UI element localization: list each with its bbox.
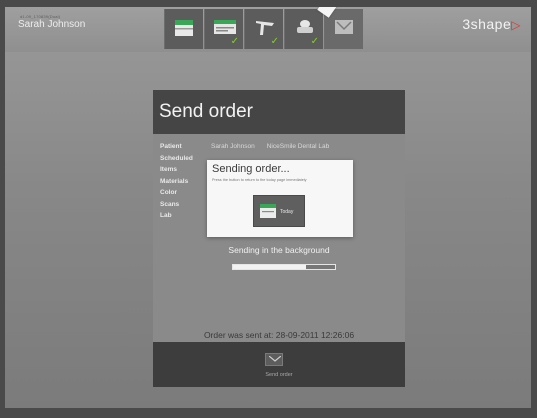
calendar-icon <box>175 20 193 36</box>
send-order-icon <box>335 20 353 34</box>
today-label: Today <box>280 209 294 215</box>
dialog-subtitle: Press the button to return to the today … <box>212 178 307 182</box>
brand-logo: 3shape▷ <box>462 16 521 32</box>
panel-header: Send order <box>153 90 405 134</box>
send-order-label: Send order <box>265 372 293 378</box>
today-button[interactable]: Today <box>253 195 305 227</box>
step-model-button[interactable]: ✓ <box>284 9 323 49</box>
tooth-model-icon <box>297 20 313 33</box>
detail-value: NiceSmile Dental Lab <box>266 143 330 151</box>
check-icon: ✓ <box>230 36 239 47</box>
detail-row-patient: Patient Sarah Johnson NiceSmile Dental L… <box>160 141 341 153</box>
app-window: d1-09_170839(Dual) Sarah Johnson ✓ ✓ ✓ 3… <box>5 7 531 408</box>
dialog-title: Sending order... <box>212 163 290 175</box>
logo-text: 3shape <box>462 16 512 32</box>
detail-value: Sarah Johnson <box>211 143 255 151</box>
workflow-steps: ✓ ✓ ✓ <box>164 9 363 49</box>
panel-footer: Send order <box>153 342 405 387</box>
step-order-form-button[interactable]: ✓ <box>204 9 243 49</box>
calendar-icon <box>260 204 276 218</box>
detail-label: Lab <box>160 212 172 220</box>
detail-label: Scheduled <box>160 154 193 162</box>
patient-name: Sarah Johnson <box>18 19 86 30</box>
sending-order-dialog: Sending order... Press the button to ret… <box>207 160 353 237</box>
detail-label: Items <box>160 166 177 174</box>
top-bar: d1-09_170839(Dual) Sarah Johnson ✓ ✓ ✓ 3… <box>5 7 531 52</box>
logo-mark-icon: ▷ <box>511 18 521 32</box>
check-icon: ✓ <box>270 36 279 47</box>
check-icon: ✓ <box>310 36 319 47</box>
scanner-icon <box>256 21 274 35</box>
order-form-icon <box>214 20 236 34</box>
envelope-icon <box>269 356 281 362</box>
detail-label: Color <box>160 189 177 197</box>
order-sent-text: Order was sent at: 28-09-2011 12:26:06 <box>203 330 355 340</box>
background-status-text: Sending in the background <box>228 245 330 255</box>
send-order-button[interactable] <box>265 353 283 366</box>
detail-label: Materials <box>160 177 189 185</box>
detail-label: Scans <box>160 200 180 208</box>
step-today-button[interactable] <box>164 9 203 49</box>
progress-bar <box>232 264 336 270</box>
step-scan-button[interactable]: ✓ <box>244 9 283 49</box>
progress-fill <box>233 265 307 269</box>
detail-label: Patient <box>160 143 182 151</box>
panel-title: Send order <box>159 101 254 122</box>
